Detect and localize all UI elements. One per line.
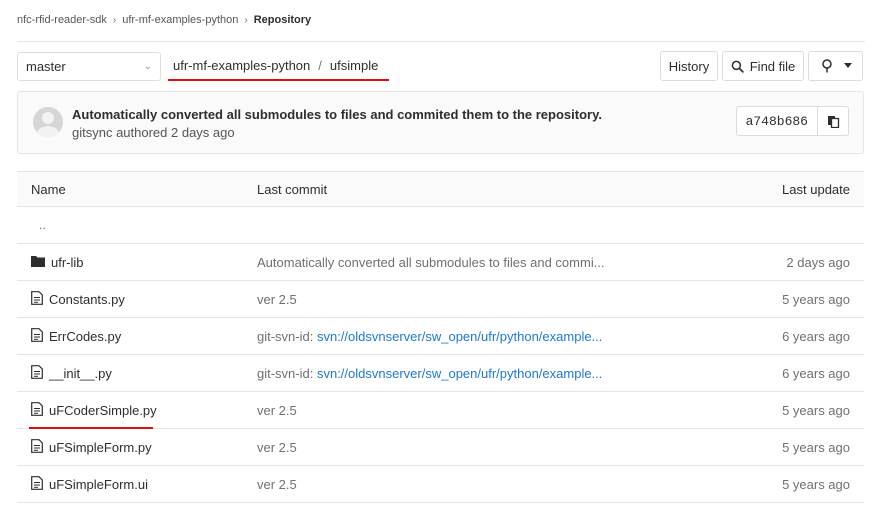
file-icon: [31, 475, 43, 493]
file-icon: [31, 438, 43, 456]
last-update: 6 years ago: [782, 328, 850, 344]
path-highlight-underline: [168, 79, 389, 81]
branch-selector[interactable]: master ⌄: [17, 52, 161, 81]
file-tree-table: Name Last commit Last update .. ufr-lib …: [17, 171, 864, 503]
commit-sha-group: a748b686: [735, 106, 849, 136]
path-project-link[interactable]: ufr-mf-examples-python: [173, 58, 310, 73]
breadcrumb-separator: ›: [112, 14, 117, 26]
file-icon: [31, 364, 43, 382]
file-highlight-underline: [29, 427, 153, 429]
caret-down-icon: [843, 63, 852, 69]
commit-svn-link[interactable]: svn://oldsvnserver/sw_open/ufr/python/ex…: [317, 366, 602, 381]
commit-message-link[interactable]: ver 2.5: [257, 440, 297, 455]
file-name-link[interactable]: uFCoderSimple.py: [49, 403, 157, 418]
last-update: 2 days ago: [786, 254, 850, 270]
find-file-button[interactable]: Find file: [722, 51, 804, 81]
path-folder-link[interactable]: ufsimple: [330, 58, 378, 73]
last-update: 5 years ago: [782, 291, 850, 307]
path-separator: /: [318, 58, 322, 73]
last-update: 5 years ago: [782, 476, 850, 492]
chevron-down-icon: ⌄: [143, 61, 152, 72]
file-icon: [31, 401, 43, 419]
table-row: ufr-lib Automatically converted all subm…: [17, 244, 864, 281]
history-button-label: History: [668, 58, 710, 74]
file-name-link[interactable]: ufr-lib: [51, 255, 84, 270]
breadcrumb-item-project[interactable]: ufr-mf-examples-python: [122, 14, 238, 26]
file-name-link[interactable]: uFSimpleForm.py: [49, 440, 152, 455]
table-row: ErrCodes.py git-svn-id: svn://oldsvnserv…: [17, 318, 864, 355]
file-name-link[interactable]: Constants.py: [49, 292, 125, 307]
parent-dir-link[interactable]: ..: [31, 218, 46, 232]
file-name-link[interactable]: ErrCodes.py: [49, 329, 121, 344]
header-last-commit: Last commit: [257, 181, 328, 197]
breadcrumb-current[interactable]: Repository: [254, 14, 311, 26]
file-icon: [31, 290, 43, 308]
folder-icon: [31, 255, 45, 270]
breadcrumb-item-group[interactable]: nfc-rfid-reader-sdk: [17, 14, 107, 26]
commit-sha-link[interactable]: a748b686: [737, 107, 817, 135]
branch-selector-value: master: [26, 59, 66, 74]
file-name-link[interactable]: uFSimpleForm.ui: [49, 477, 148, 492]
commit-message-link[interactable]: ver 2.5: [257, 403, 297, 418]
header-name: Name: [31, 181, 66, 197]
last-update: 6 years ago: [782, 365, 850, 381]
last-commit-panel: Automatically converted all submodules t…: [17, 91, 864, 154]
table-header: Name Last commit Last update: [17, 171, 864, 207]
clone-dropdown-button[interactable]: [808, 51, 863, 81]
commit-message-link[interactable]: ver 2.5: [257, 477, 297, 492]
table-row: __init__.py git-svn-id: svn://oldsvnserv…: [17, 355, 864, 392]
breadcrumb-separator: ›: [244, 14, 248, 26]
search-icon: [731, 60, 744, 73]
commit-message-link[interactable]: Automatically converted all submodules t…: [72, 107, 602, 122]
table-row: uFCoderSimple.py ver 2.5 5 years ago: [17, 392, 864, 429]
table-row: Constants.py ver 2.5 5 years ago: [17, 281, 864, 318]
find-file-button-label: Find file: [749, 58, 796, 74]
breadcrumb: nfc-rfid-reader-sdk › ufr-mf-examples-py…: [17, 14, 311, 26]
copy-icon[interactable]: [817, 107, 848, 135]
repo-path: ufr-mf-examples-python / ufsimple: [173, 58, 378, 73]
divider: [17, 41, 865, 42]
commit-author-meta: gitsync authored 2 days ago: [72, 125, 235, 140]
commit-message-prefix: git-svn-id:: [257, 365, 317, 381]
commit-message-link[interactable]: Automatically converted all submodules t…: [257, 255, 605, 270]
commit-message-link[interactable]: ver 2.5: [257, 292, 297, 307]
parent-dir-row[interactable]: ..: [17, 207, 864, 244]
avatar[interactable]: [33, 107, 63, 137]
table-row: uFSimpleForm.ui ver 2.5 5 years ago: [17, 466, 864, 503]
header-last-update: Last update: [782, 181, 850, 197]
last-update: 5 years ago: [782, 402, 850, 418]
commit-message-prefix: git-svn-id:: [257, 328, 317, 344]
table-row: uFSimpleForm.py ver 2.5 5 years ago: [17, 429, 864, 466]
file-icon: [31, 327, 43, 345]
commit-svn-link[interactable]: svn://oldsvnserver/sw_open/ufr/python/ex…: [317, 329, 602, 344]
clone-icon: [820, 59, 834, 73]
file-name-link[interactable]: __init__.py: [49, 366, 112, 381]
history-button[interactable]: History: [660, 51, 718, 81]
last-update: 5 years ago: [782, 439, 850, 455]
